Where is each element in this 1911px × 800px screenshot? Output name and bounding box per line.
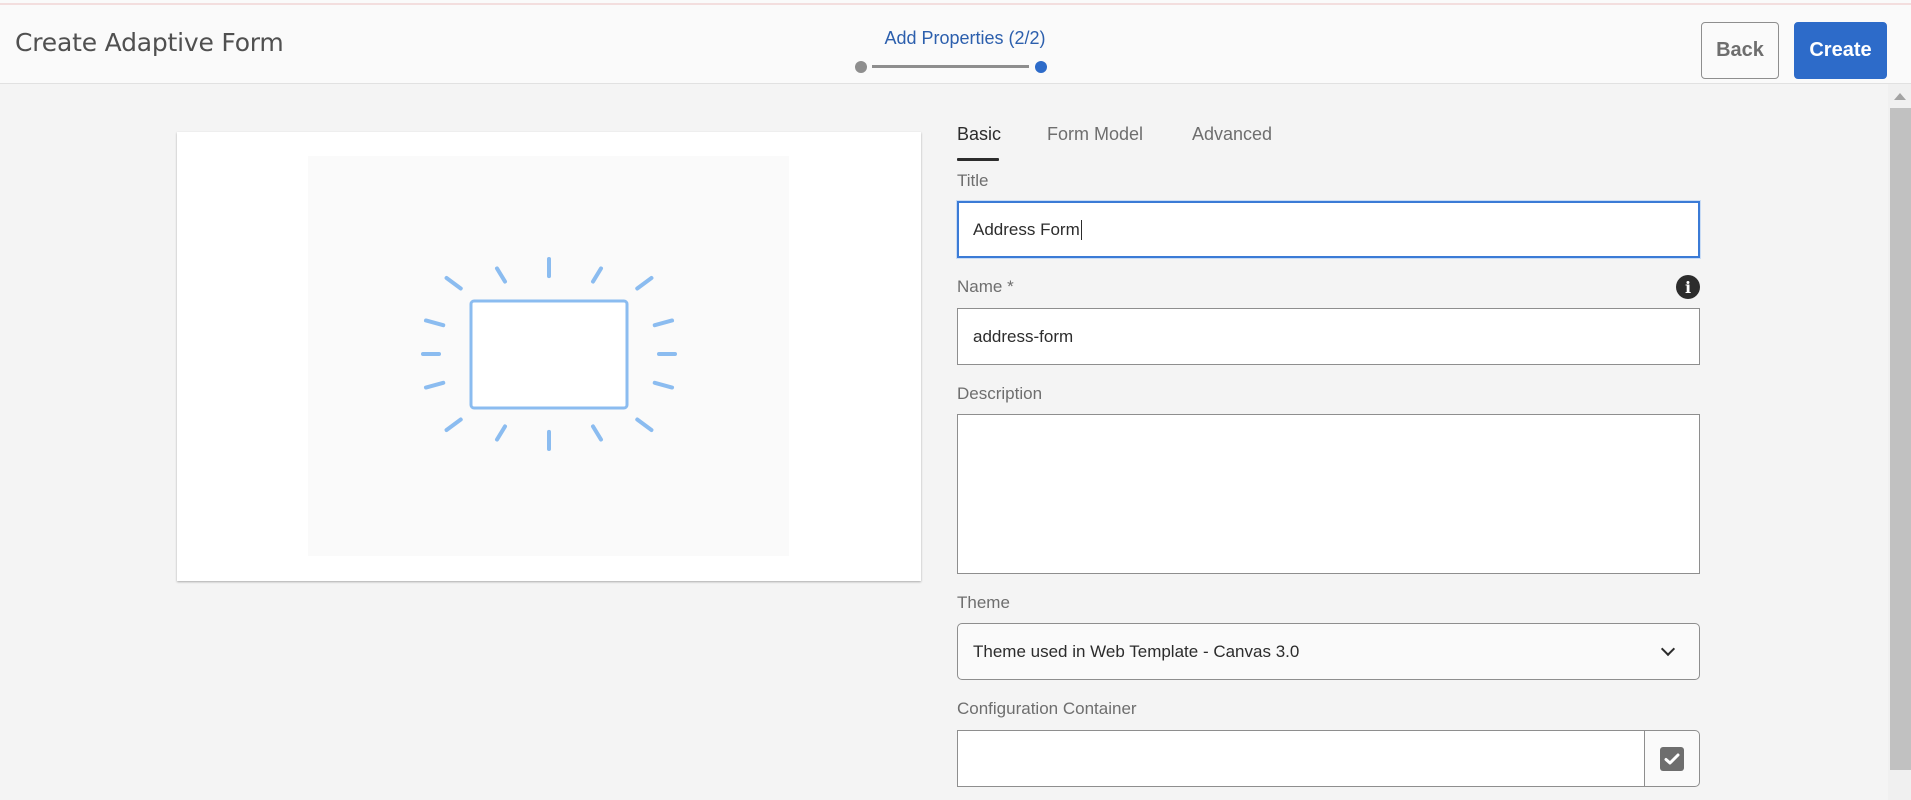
name-label: Name * (957, 277, 1014, 296)
step-2-dot[interactable] (1035, 61, 1047, 73)
configuration-container-label: Configuration Container (957, 699, 1137, 718)
active-tab-indicator (957, 158, 999, 161)
chevron-down-icon (1660, 641, 1676, 657)
illustration-ray (652, 318, 675, 328)
header-bar: Create Adaptive Form Add Properties (2/2… (0, 5, 1911, 84)
illustration-ray (591, 424, 603, 442)
title-label: Title (957, 171, 989, 190)
tab-advanced[interactable]: Advanced (1192, 124, 1272, 145)
illustration-ray (635, 417, 654, 433)
illustration-ray (591, 266, 603, 284)
back-button[interactable]: Back (1701, 22, 1779, 79)
illustration-ray (444, 417, 463, 433)
scroll-up-arrow-icon[interactable] (1894, 93, 1906, 100)
configuration-container-field (957, 730, 1700, 787)
illustration-ray (495, 424, 507, 442)
theme-selected-value: Theme used in Web Template - Canvas 3.0 (973, 641, 1300, 661)
stepper-label: Add Properties (2/2) (884, 28, 1046, 48)
text-caret (1080, 219, 1082, 240)
checkbox-check-icon (1660, 746, 1684, 771)
stepper-line (872, 65, 1029, 68)
scroll-thumb[interactable] (1890, 108, 1911, 770)
create-button[interactable]: Create (1794, 22, 1887, 79)
configuration-container-picker-button[interactable] (1644, 730, 1700, 787)
form-preview-card (177, 132, 921, 581)
description-textarea[interactable] (957, 414, 1700, 574)
preview-thumbnail (308, 156, 789, 556)
illustration-ray (495, 266, 507, 284)
illustration-ray (423, 318, 446, 328)
name-input[interactable]: address-form (957, 308, 1700, 365)
step-1-dot[interactable] (855, 61, 867, 73)
theme-select[interactable]: Theme used in Web Template - Canvas 3.0 (957, 623, 1700, 680)
scrollbar[interactable] (1888, 84, 1911, 800)
title-input[interactable]: Address Form (957, 201, 1700, 258)
info-icon[interactable]: i (1676, 275, 1700, 299)
theme-label: Theme (957, 593, 1010, 612)
page-title: Create Adaptive Form (15, 28, 284, 57)
illustration-ray (423, 380, 446, 390)
illustration-frame (469, 299, 629, 410)
tab-basic[interactable]: Basic (957, 124, 1001, 145)
configuration-container-input[interactable] (957, 730, 1645, 787)
name-input-value: address-form (973, 326, 1074, 346)
description-label: Description (957, 384, 1043, 403)
illustration-ray (652, 380, 675, 390)
title-input-value: Address Form (973, 219, 1080, 239)
tab-form-model[interactable]: Form Model (1047, 124, 1143, 145)
illustration-ray (444, 275, 463, 291)
illustration-ray (635, 275, 654, 291)
form-placeholder-illustration-icon (421, 257, 677, 451)
